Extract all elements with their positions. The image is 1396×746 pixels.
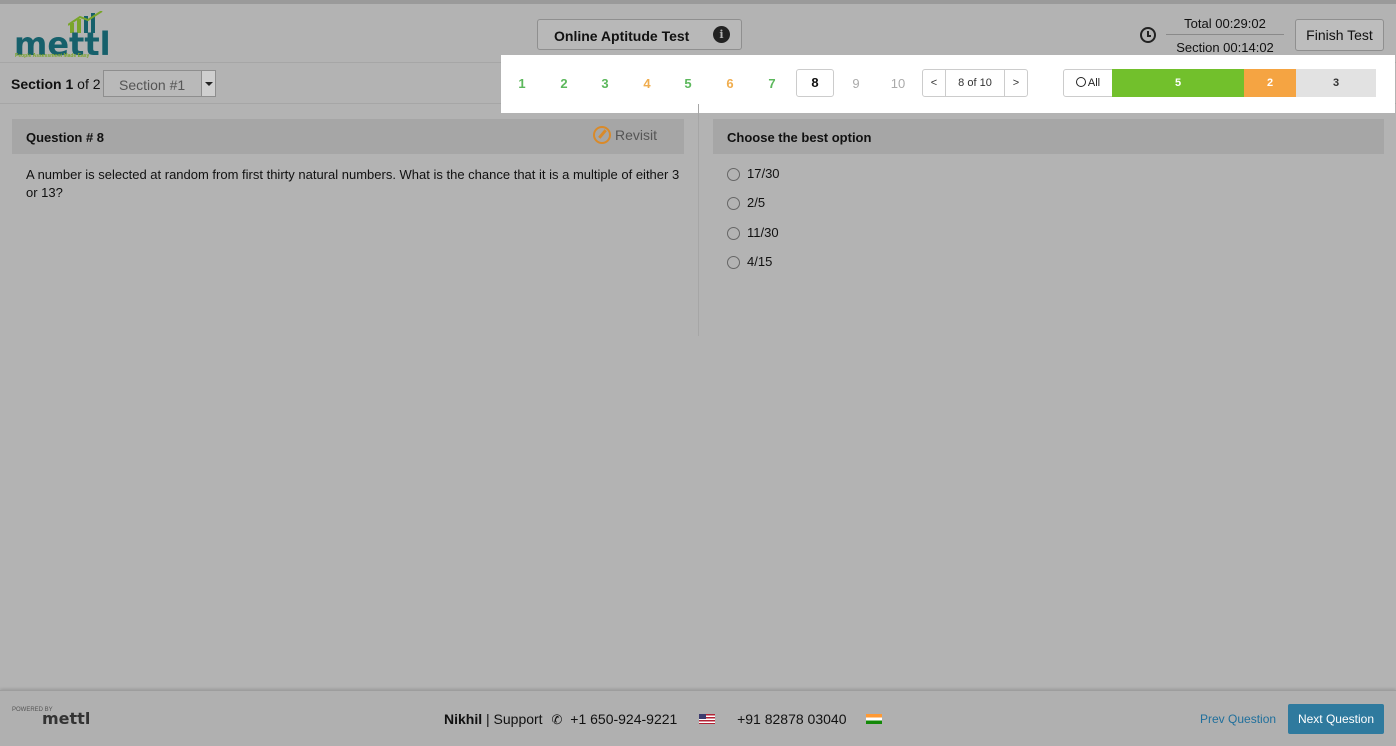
option-label: 2/5 [747,195,766,211]
mettl-logo: mettl People Assessment Made Easy [14,9,114,63]
question-nav-4[interactable]: 4 [630,75,664,93]
check-circle-icon [1075,77,1086,87]
question-nav-10[interactable]: 10 [881,75,915,93]
support-info: Nikhil | Support ✆ +1 650-924-9221 +91 8… [444,711,900,728]
section-indicator: Section 1 of 2 [11,76,101,92]
option-label: 11/30 [747,224,779,240]
question-nav-2[interactable]: 2 [547,75,581,93]
option-label: 4/15 [747,253,773,269]
question-nav-8[interactable]: 8 [796,69,834,97]
question-text: A number is selected at random from firs… [26,167,680,200]
panel-divider [698,104,699,336]
pager-position: 8 of 10 [945,70,1005,96]
question-nav-3[interactable]: 3 [588,75,622,93]
revisit-button[interactable]: Revisit [593,126,657,144]
options-header: Choose the best option [713,119,1384,154]
options-list: 17/30 2/5 11/30 4/15 [727,166,780,283]
question-nav-7[interactable]: 7 [755,75,789,93]
question-nav-5[interactable]: 5 [671,75,705,93]
question-navigation-panel: 1 2 3 4 5 6 7 8 9 10 < 8 of 10 > All 5 2… [501,55,1395,113]
prev-question-link[interactable]: Prev Question [1200,712,1276,726]
phone-in: +91 82878 03040 [737,711,847,727]
option-label: 17/30 [747,166,780,181]
unanswered-count[interactable]: 3 [1296,69,1376,97]
user-name: Nikhil [444,711,483,727]
logo-tagline: People Assessment Made Easy [15,53,90,59]
question-pager: < 8 of 10 > [922,69,1028,97]
footer-logo: mettl [42,709,91,728]
options-heading: Choose the best option [727,130,872,145]
pager-prev-button[interactable]: < [923,70,945,96]
phone-icon: ✆ [551,712,563,727]
option-2[interactable]: 2/5 [727,195,780,224]
phone-us: +1 650-924-9221 [570,711,678,727]
timer-section: Section 00:14:02 [1176,40,1274,55]
section-select-value: Section #1 [119,77,186,93]
top-border [0,0,1396,4]
filter-all-button[interactable]: All [1063,69,1113,97]
clock-icon [1140,27,1156,43]
pager-next-button[interactable]: > [1005,70,1027,96]
radio-button[interactable] [727,255,740,269]
question-nav-9[interactable]: 9 [839,75,873,93]
question-header: Question # 8 Revisit [12,119,684,154]
question-nav-1[interactable]: 1 [505,75,539,93]
filter-all-label: All [1087,77,1101,89]
radio-button[interactable] [727,168,740,181]
option-4[interactable]: 4/15 [727,254,780,283]
section-label-prefix: Section [11,76,62,92]
radio-button[interactable] [727,197,740,211]
option-3[interactable]: 11/30 [727,225,780,254]
chevron-down-icon[interactable] [201,71,215,96]
info-icon[interactable]: i [713,26,730,43]
revisit-label: Revisit [615,127,658,143]
revisit-count[interactable]: 2 [1244,69,1296,97]
section-number: 1 [65,76,74,92]
section-select[interactable]: Section #1 [103,70,216,97]
footer: POWERED BY mettl Nikhil | Support ✆ +1 6… [0,690,1396,746]
section-of-total: of 2 [77,76,101,92]
timer-divider [1166,34,1284,35]
question-nav-6[interactable]: 6 [713,75,747,93]
timer-total: Total 00:29:02 [1184,16,1266,31]
india-flag-icon [866,714,883,724]
us-flag-icon [699,714,716,724]
support-label: | Support [486,711,543,727]
test-title-box: Online Aptitude Test i [537,19,742,50]
question-heading: Question # 8 [26,130,105,145]
test-title: Online Aptitude Test [554,28,690,44]
next-question-button[interactable]: Next Question [1288,704,1384,734]
revisit-icon [593,126,611,144]
finish-test-button[interactable]: Finish Test [1295,19,1384,51]
answered-count[interactable]: 5 [1112,69,1244,97]
radio-button[interactable] [727,226,740,240]
option-1[interactable]: 17/30 [727,166,780,195]
